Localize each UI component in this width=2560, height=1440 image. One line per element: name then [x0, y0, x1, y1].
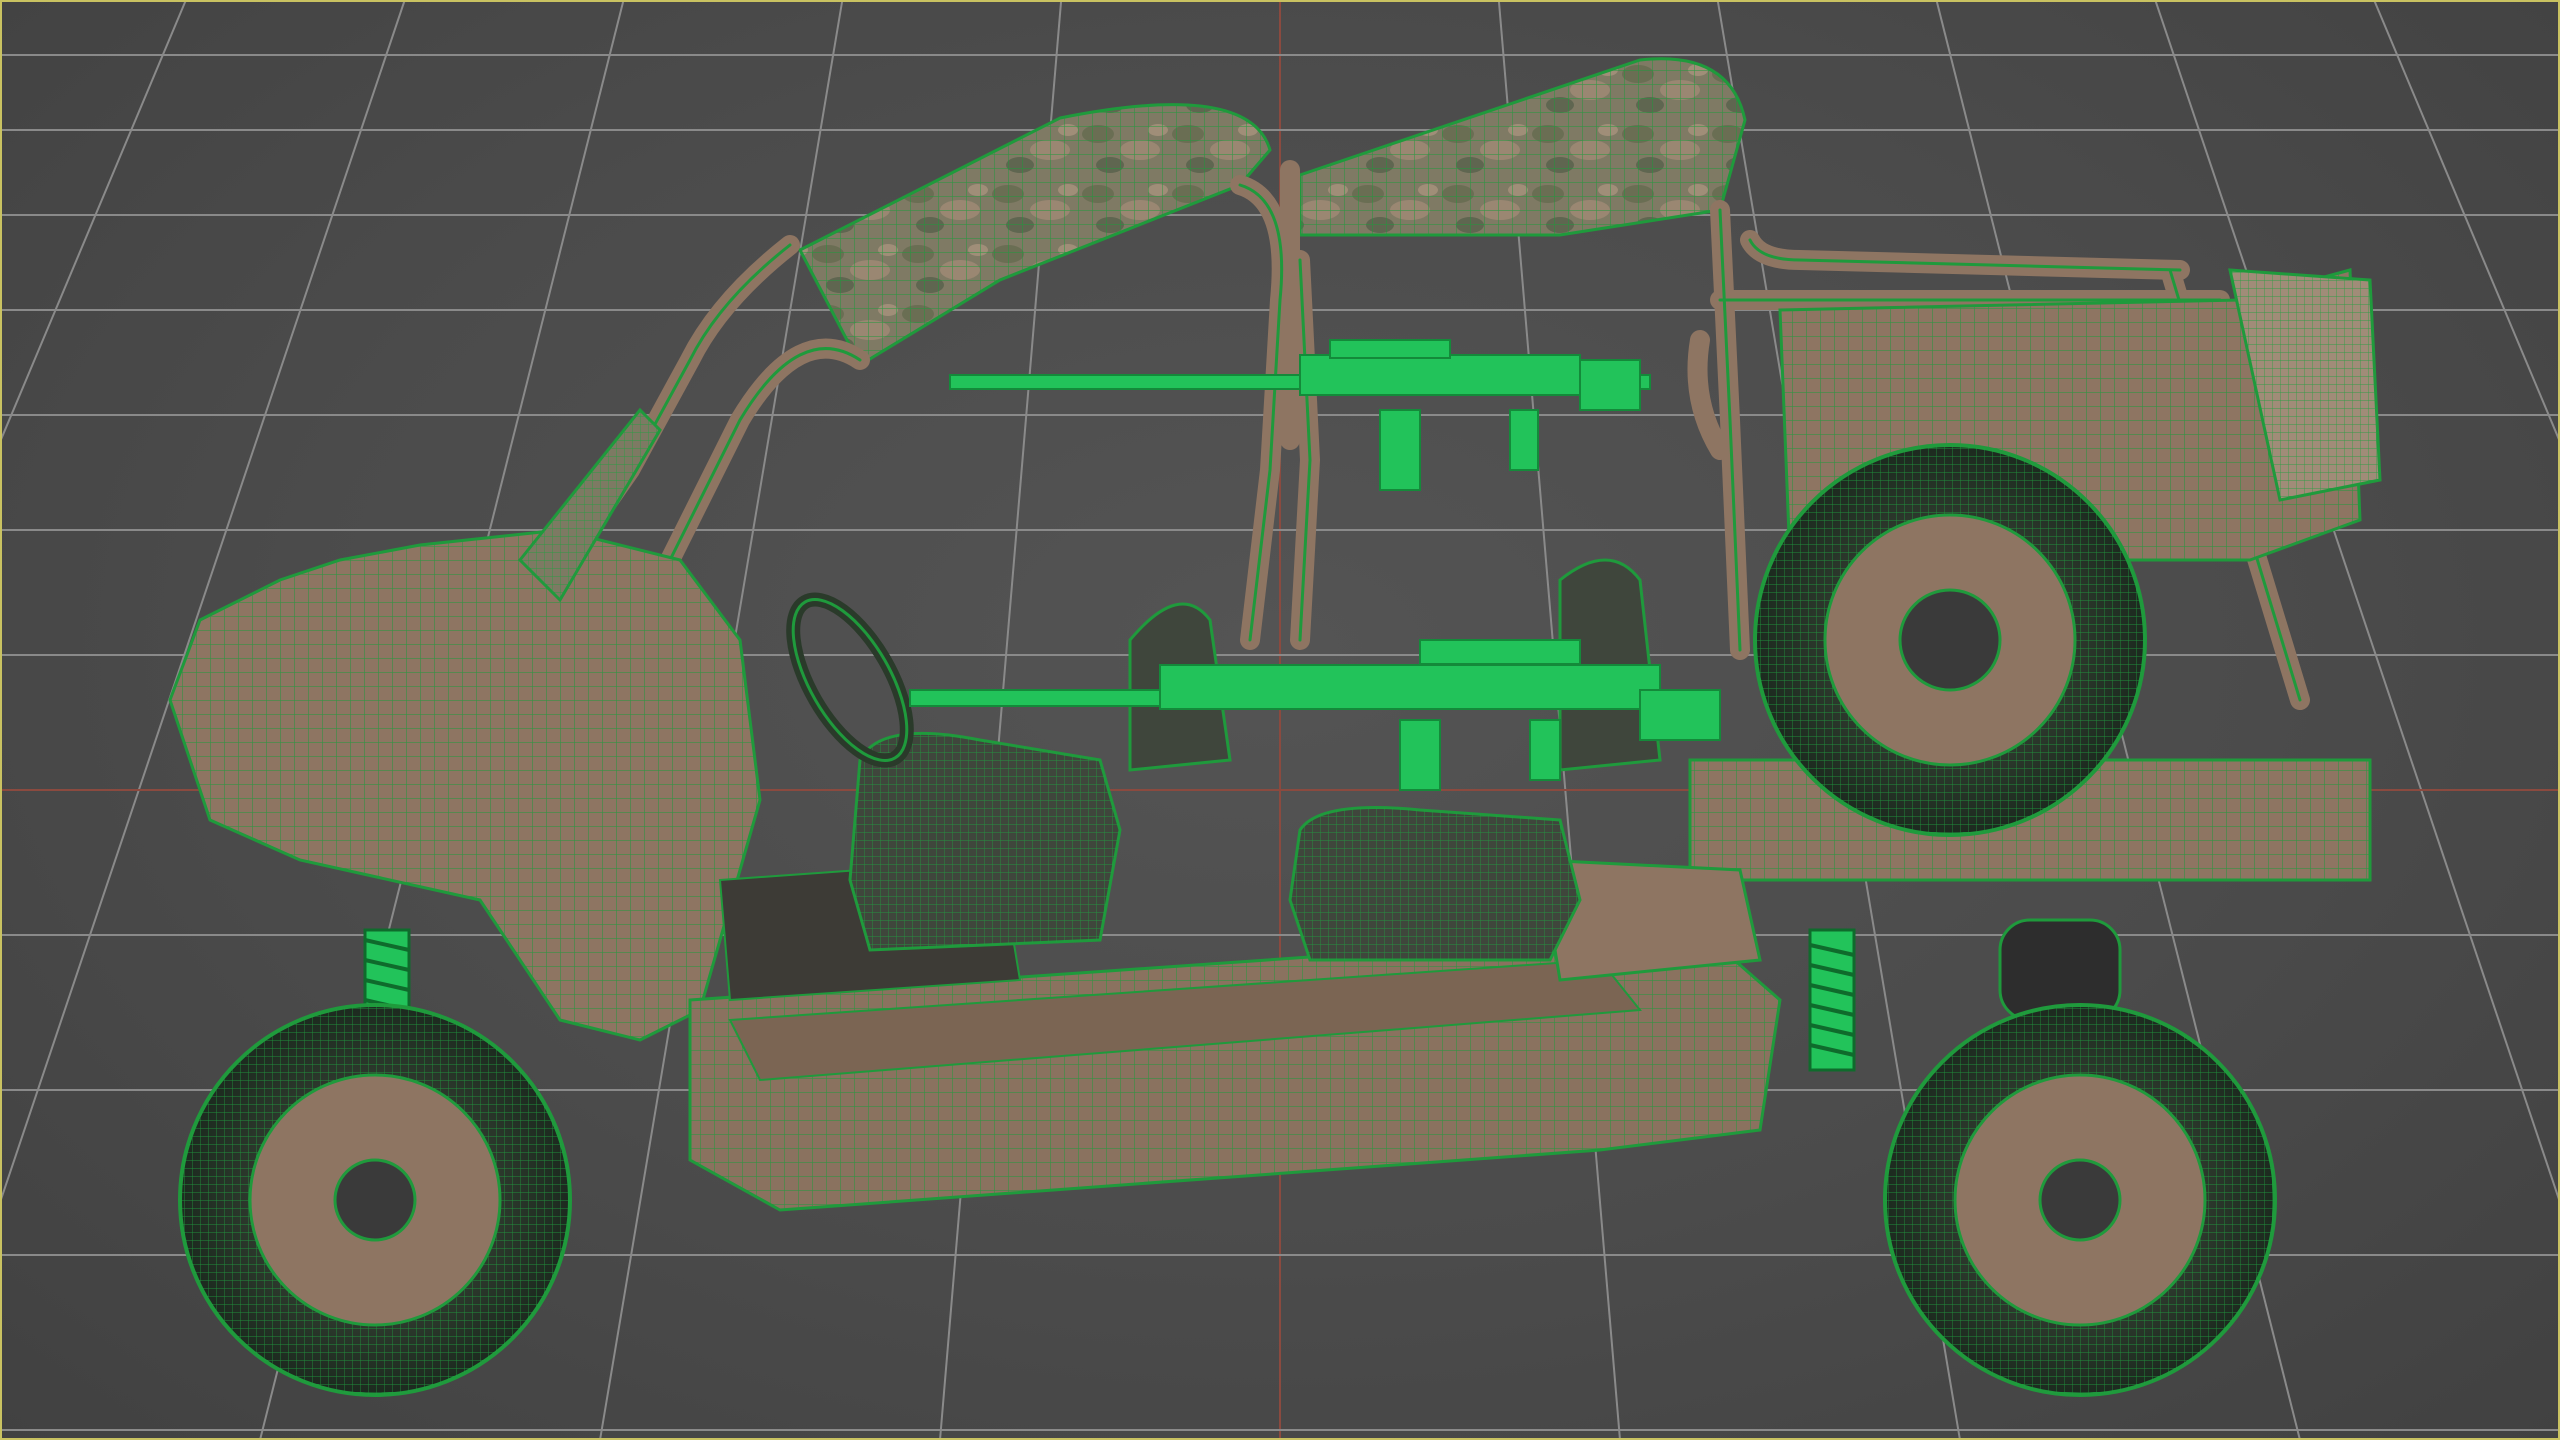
rear-wheel[interactable] [1883, 1003, 2277, 1397]
front-wheel[interactable] [178, 1003, 572, 1397]
3d-viewport[interactable] [0, 0, 2560, 1440]
spare-wheel[interactable] [1753, 443, 2147, 837]
steering-wheel [786, 592, 914, 768]
